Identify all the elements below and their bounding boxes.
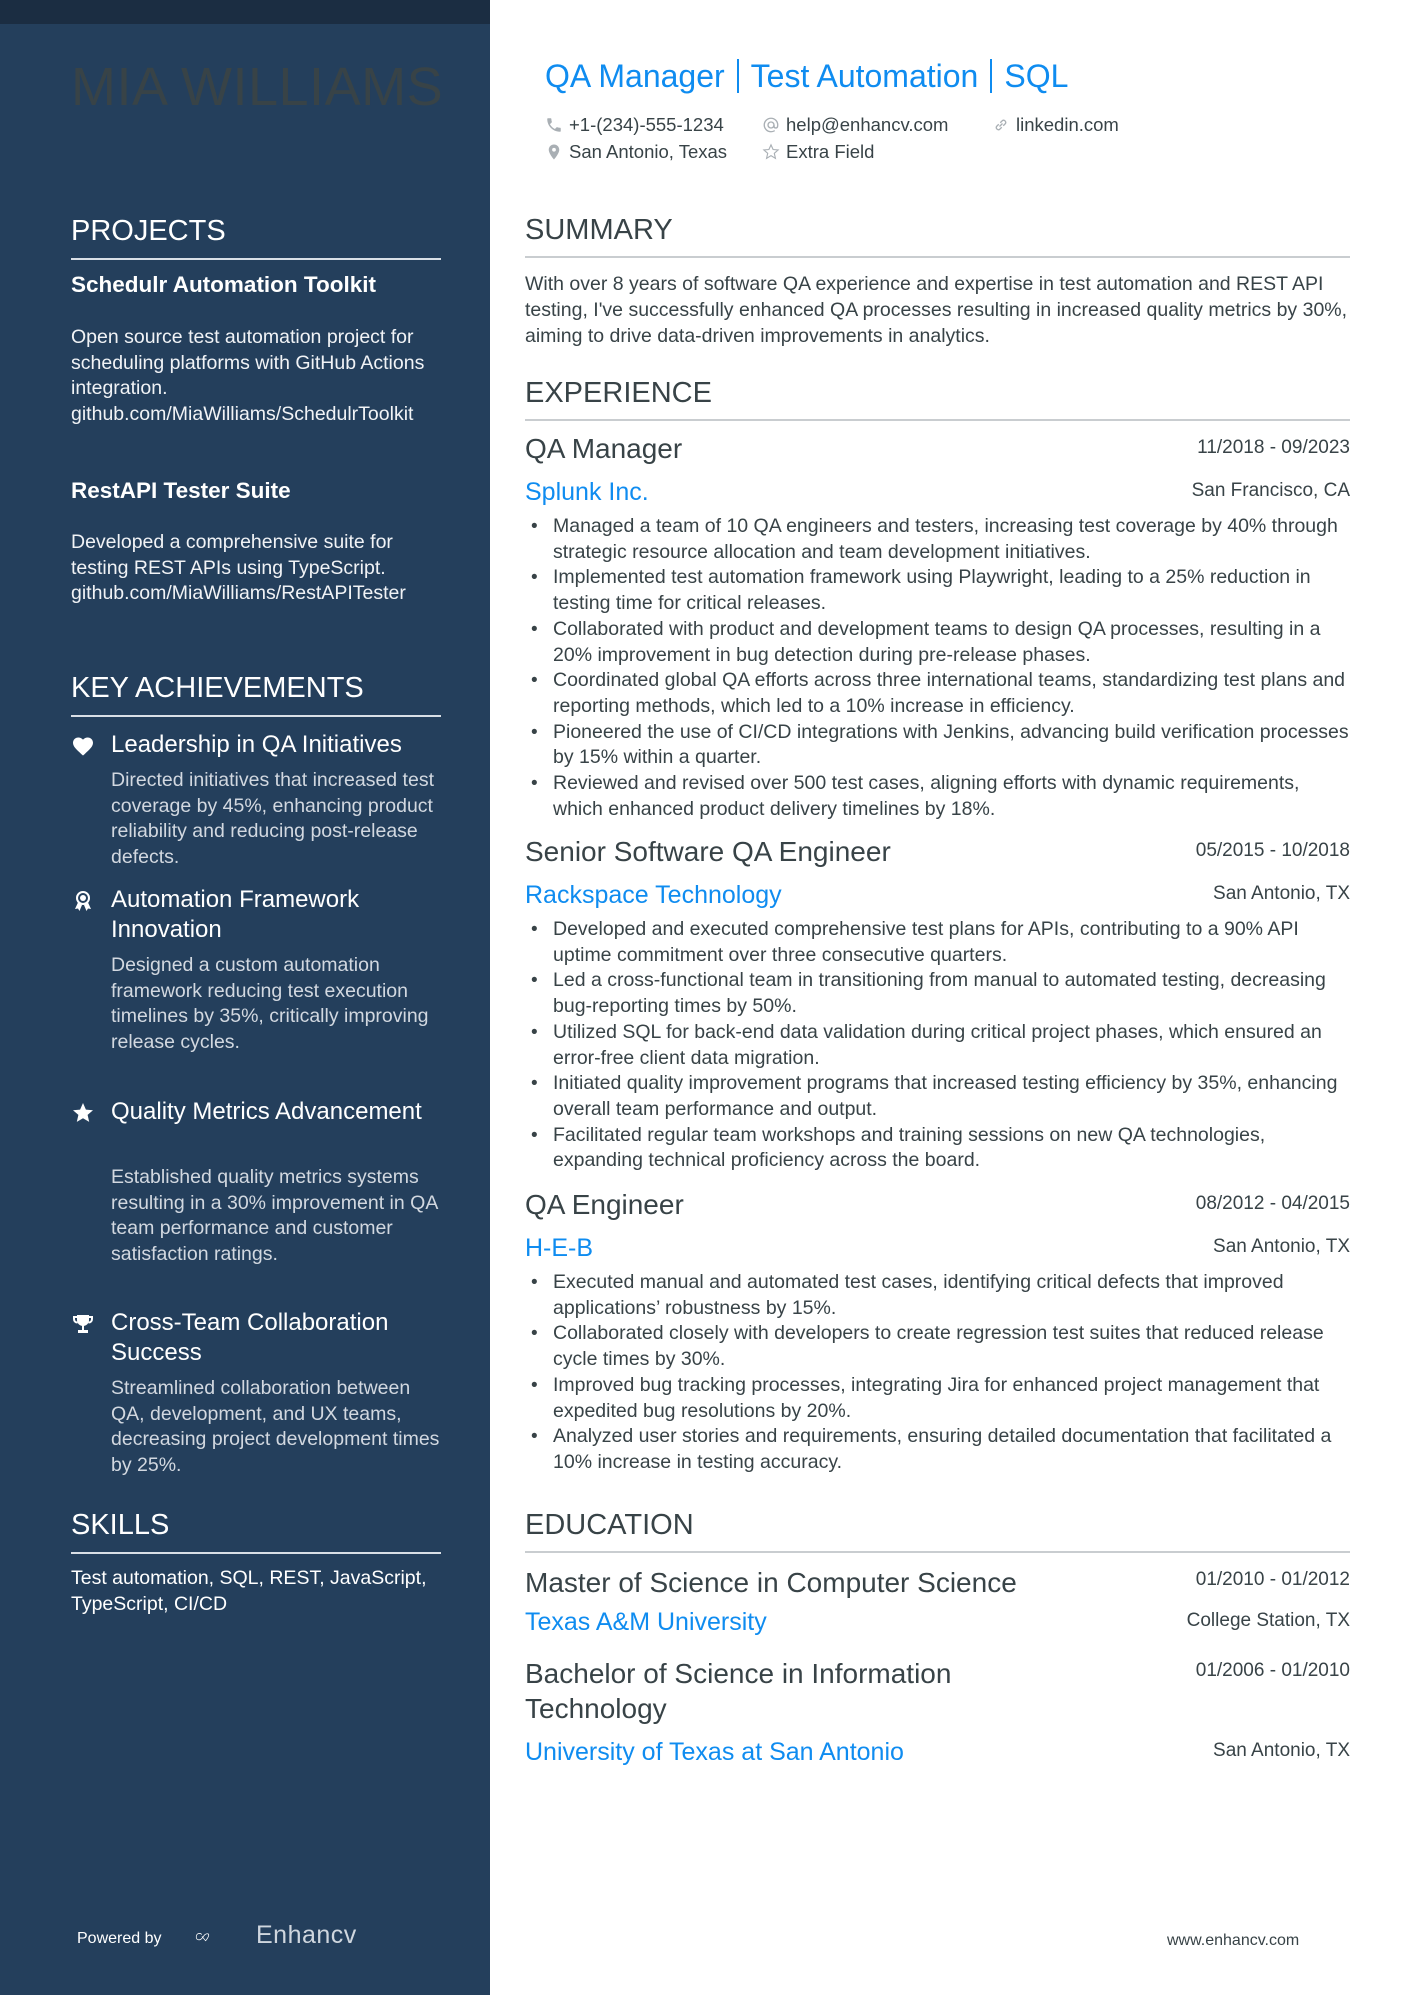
job-bullet-item: Facilitated regular team workshops and t… (525, 1123, 1350, 1174)
email-text: help@enhancv.com (786, 114, 949, 135)
achievement-description: Directed initiatives that increased test… (111, 769, 434, 868)
education-heading: EDUCATION (525, 1509, 1350, 1553)
headline-item: SQL (1004, 58, 1069, 94)
job-bullet-item: Collaborated closely with developers to … (525, 1321, 1350, 1372)
summary-heading: SUMMARY (525, 214, 1350, 258)
contact-extra: Extra Field (762, 141, 874, 163)
education-location: San Antonio, TX (1213, 1740, 1350, 1761)
project-title: Schedulr Automation Toolkit (71, 272, 376, 297)
trophy-icon (73, 1315, 93, 1333)
achievement-title: Automation Framework Innovation (111, 886, 360, 943)
contact-email[interactable]: help@enhancv.com (762, 114, 948, 136)
job-bullet-item: Managed a team of 10 QA engineers and te… (525, 514, 1350, 565)
achievement-title: Cross-Team Collaboration Success (111, 1309, 389, 1366)
project-description: Developed a comprehensive suite for test… (71, 530, 446, 607)
website-text: linkedin.com (1016, 114, 1119, 135)
project-link[interactable]: github.com/MiaWilliams/SchedulrToolkit (71, 402, 446, 428)
job-role: Senior Software QA Engineer (525, 836, 891, 867)
job-company[interactable]: Rackspace Technology (525, 881, 782, 910)
footer-website-link[interactable]: www.enhancv.com (1167, 1932, 1299, 1950)
job-dates: 11/2018 - 09/2023 (1197, 437, 1350, 458)
project-description: Open source test automation project for … (71, 325, 446, 427)
project-title: RestAPI Tester Suite (71, 478, 291, 503)
achievement-description: Streamlined collaboration between QA, de… (111, 1377, 440, 1476)
star-icon (73, 1103, 93, 1122)
job-bullet-item: Collaborated with product and developmen… (525, 617, 1350, 668)
summary-text: With over 8 years of software QA experie… (525, 273, 1348, 347)
headline-separator (736, 59, 739, 93)
project-description-text: Open source test automation project for … (71, 326, 425, 400)
skills-list: Test automation, SQL, REST, JavaScript, … (71, 1567, 427, 1615)
job-role: QA Engineer (525, 1189, 684, 1220)
contact-location: San Antonio, Texas (545, 141, 727, 163)
location-pin-icon (548, 144, 560, 160)
job-bullets: Developed and executed comprehensive tes… (525, 917, 1350, 1174)
achievement-description: Designed a custom automation framework r… (111, 954, 429, 1053)
project-link[interactable]: github.com/MiaWilliams/RestAPITester (71, 581, 446, 607)
job-bullet-item: Utilized SQL for back-end data validatio… (525, 1020, 1350, 1071)
skills-heading: SKILLS (71, 1509, 441, 1554)
powered-by-label: Powered by (77, 1930, 162, 1947)
job-bullet-item: Initiated quality improvement programs t… (525, 1071, 1350, 1122)
headline-item: Test Automation (750, 58, 979, 94)
headline: QA Manager Test Automation SQL (545, 58, 1068, 95)
education-degree: Master of Science in Computer Science (525, 1567, 1017, 1598)
job-company[interactable]: Splunk Inc. (525, 478, 649, 507)
star-outline-icon (762, 143, 780, 160)
at-sign-icon (763, 117, 779, 133)
job-bullet-item: Reviewed and revised over 500 test cases… (525, 771, 1350, 822)
education-school[interactable]: Texas A&M University (525, 1608, 767, 1637)
achievements-heading: KEY ACHIEVEMENTS (71, 672, 441, 717)
enhancv-logo-icon[interactable] (195, 1919, 245, 1955)
extra-field-text: Extra Field (786, 141, 875, 162)
job-bullets: Managed a team of 10 QA engineers and te… (525, 514, 1350, 822)
job-bullet-item: Executed manual and automated test cases… (525, 1270, 1350, 1321)
job-location: San Francisco, CA (1191, 480, 1350, 501)
job-bullet-item: Implemented test automation framework us… (525, 565, 1350, 616)
job-bullet-item: Analyzed user stories and requirements, … (525, 1424, 1350, 1475)
headline-item: QA Manager (545, 58, 725, 94)
heart-icon (73, 737, 93, 756)
education-school[interactable]: University of Texas at San Antonio (525, 1738, 904, 1767)
job-bullet-item: Improved bug tracking processes, integra… (525, 1373, 1350, 1424)
education-degree: Bachelor of Science in Information Techn… (525, 1658, 952, 1724)
award-ribbon-icon (75, 891, 91, 911)
education-dates: 01/2006 - 01/2010 (1195, 1660, 1350, 1681)
achievement-description: Established quality metrics systems resu… (111, 1166, 438, 1265)
job-dates: 05/2015 - 10/2018 (1195, 840, 1350, 861)
job-bullet-item: Coordinated global QA efforts across thr… (525, 668, 1350, 719)
phone-text: +1-(234)-555-1234 (569, 114, 724, 135)
job-location: San Antonio, TX (1213, 883, 1350, 904)
job-company[interactable]: H-E-B (525, 1234, 593, 1263)
education-location: College Station, TX (1186, 1610, 1350, 1631)
location-text: San Antonio, Texas (569, 141, 728, 162)
phone-icon (547, 118, 561, 132)
education-dates: 01/2010 - 01/2012 (1195, 1569, 1350, 1590)
link-icon (995, 119, 1007, 131)
job-bullet-item: Led a cross-functional team in transitio… (525, 968, 1350, 1019)
candidate-name: MIA WILLIAMS (71, 57, 444, 117)
enhancv-brand[interactable]: Enhancv (256, 1921, 357, 1950)
job-bullet-item: Developed and executed comprehensive tes… (525, 917, 1350, 968)
job-role: QA Manager (525, 433, 683, 464)
sidebar-top-strip (0, 0, 490, 24)
job-bullets: Executed manual and automated test cases… (525, 1270, 1350, 1476)
job-bullet-item: Pioneered the use of CI/CD integrations … (525, 720, 1350, 771)
experience-heading: EXPERIENCE (525, 377, 1350, 421)
achievement-title: Quality Metrics Advancement (111, 1098, 422, 1125)
contact-phone[interactable]: +1-(234)-555-1234 (545, 114, 724, 136)
project-description-text: Developed a comprehensive suite for test… (71, 531, 393, 579)
achievement-title: Leadership in QA Initiatives (111, 731, 402, 758)
job-dates: 08/2012 - 04/2015 (1195, 1193, 1350, 1214)
headline-separator (990, 59, 993, 93)
job-location: San Antonio, TX (1213, 1236, 1350, 1257)
projects-heading: PROJECTS (71, 215, 441, 260)
contact-website[interactable]: linkedin.com (992, 114, 1119, 136)
